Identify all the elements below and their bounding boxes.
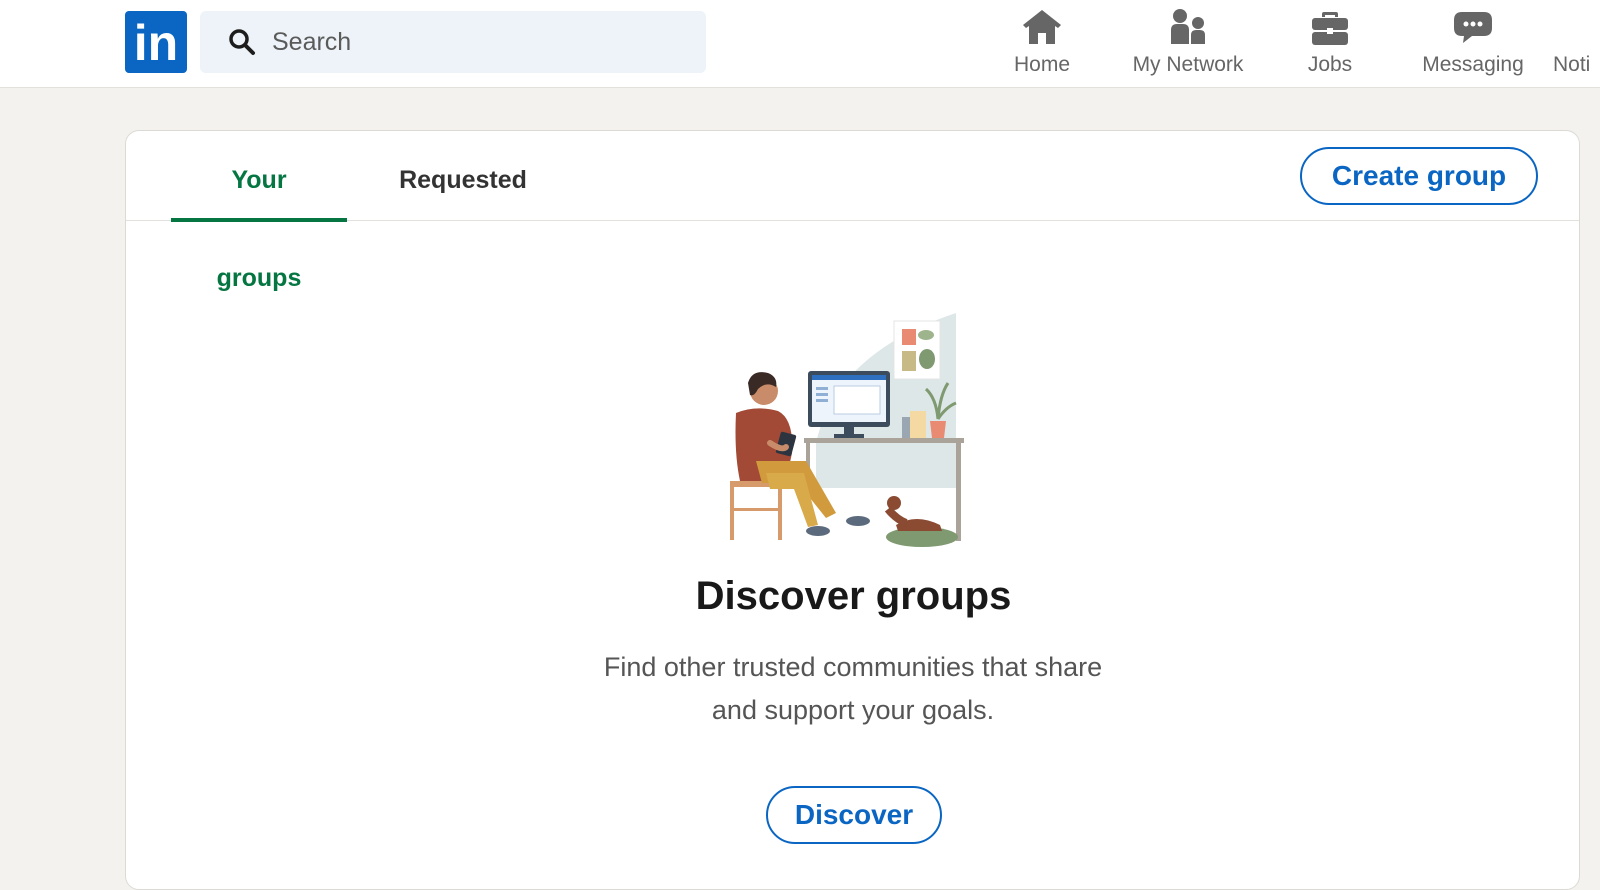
nav-my-network[interactable]: My Network: [1118, 6, 1258, 82]
bell-icon: [1553, 6, 1600, 48]
discover-button[interactable]: Discover: [766, 786, 942, 844]
nav-jobs[interactable]: Jobs: [1295, 6, 1365, 82]
groups-card: Your groups Requested Create group Disco…: [125, 130, 1580, 890]
empty-state-line-2: and support your goals.: [711, 695, 995, 725]
linkedin-logo[interactable]: in: [125, 11, 187, 73]
briefcase-icon: [1295, 6, 1365, 48]
tab-requested[interactable]: Requested: [383, 131, 543, 221]
top-nav-bar: in Home My Network: [0, 0, 1600, 88]
people-icon: [1118, 6, 1258, 48]
nav-notifications[interactable]: Noti: [1553, 6, 1600, 82]
tab-your-groups[interactable]: Your groups: [171, 131, 347, 292]
groups-tabs: Your groups Requested Create group: [126, 131, 1579, 292]
empty-state-description: Find other trusted communities that shar…: [553, 646, 1153, 732]
home-icon: [1002, 6, 1082, 48]
nav-messaging[interactable]: Messaging: [1418, 6, 1528, 82]
nav-messaging-label: Messaging: [1422, 53, 1524, 76]
nav-my-network-label: My Network: [1132, 53, 1244, 76]
empty-state-line-1: Find other trusted communities that shar…: [603, 652, 1103, 682]
nav-home-label: Home: [1013, 53, 1071, 76]
discover-groups-illustration: [726, 313, 986, 553]
chat-icon: [1418, 6, 1528, 48]
nav-home[interactable]: Home: [1002, 6, 1082, 82]
search-input[interactable]: [272, 11, 692, 73]
logo-text: in: [134, 15, 178, 71]
tab-requested-label: Requested: [399, 166, 527, 194]
empty-state-title: Discover groups: [695, 574, 1012, 618]
nav-jobs-label: Jobs: [1307, 53, 1353, 76]
search-icon: [228, 28, 256, 61]
create-group-button[interactable]: Create group: [1300, 147, 1538, 205]
nav-notifications-label: Noti: [1553, 53, 1591, 76]
tab-your-groups-label: Your groups: [216, 166, 302, 292]
search-bar[interactable]: [200, 11, 706, 73]
